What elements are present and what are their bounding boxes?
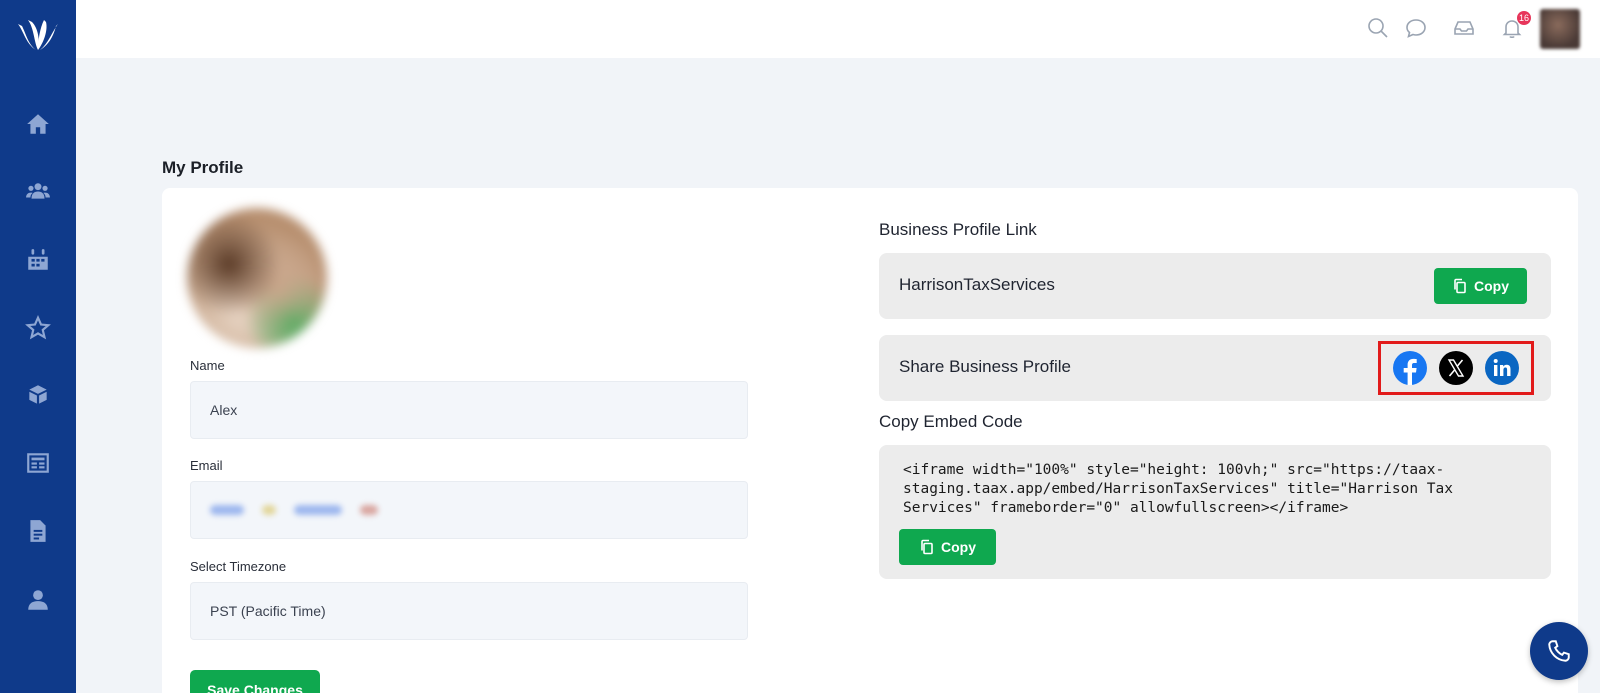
- inbox-button[interactable]: [1452, 16, 1478, 42]
- sidebar-item-packages[interactable]: [19, 376, 57, 414]
- facebook-icon: [1393, 351, 1427, 385]
- search-button[interactable]: [1366, 16, 1392, 42]
- linkedin-icon: [1485, 351, 1519, 385]
- copy-embed-button[interactable]: Copy: [899, 529, 996, 565]
- calendar-icon: [28, 249, 48, 270]
- sidebar-item-calendar[interactable]: [19, 241, 57, 279]
- copy-embed-label: Copy: [941, 539, 976, 555]
- share-facebook-button[interactable]: [1393, 351, 1427, 385]
- user-icon: [28, 590, 48, 610]
- name-value: Alex: [210, 402, 238, 418]
- chat-icon: [1406, 19, 1426, 38]
- document-icon: [30, 520, 46, 542]
- phone-icon: [1548, 640, 1570, 662]
- inbox-icon: [1454, 21, 1474, 35]
- share-linkedin-button[interactable]: [1485, 351, 1519, 385]
- share-panel: Share Business Profile: [879, 335, 1551, 401]
- copy-link-button[interactable]: Copy: [1434, 268, 1527, 304]
- business-link-panel: HarrisonTaxServices Copy: [879, 253, 1551, 319]
- call-button[interactable]: [1530, 622, 1588, 680]
- cube-icon: [29, 385, 47, 404]
- email-field[interactable]: [190, 481, 748, 539]
- star-icon: [25, 315, 51, 340]
- share-label: Share Business Profile: [899, 357, 1071, 376]
- notifications-button[interactable]: 16: [1500, 11, 1531, 42]
- newspaper-icon: [27, 453, 49, 473]
- copy-link-label: Copy: [1474, 278, 1509, 294]
- sidebar-item-news[interactable]: [19, 444, 57, 482]
- x-twitter-icon: [1439, 351, 1473, 385]
- page-title: My Profile: [162, 158, 244, 177]
- sidebar-item-home[interactable]: [19, 105, 57, 143]
- timezone-select[interactable]: PST (Pacific Time): [190, 582, 748, 640]
- sidebar: [0, 0, 76, 693]
- user-avatar[interactable]: [1540, 9, 1580, 49]
- notification-badge: 16: [1516, 11, 1531, 25]
- name-label: Name: [190, 358, 225, 373]
- copy-icon: [1454, 278, 1466, 294]
- embed-label: Copy Embed Code: [879, 412, 1023, 431]
- embed-panel: <iframe width="100%" style="height: 100v…: [879, 445, 1551, 579]
- search-icon: [1368, 18, 1388, 38]
- users-icon: [26, 183, 50, 199]
- app-logo[interactable]: [14, 14, 62, 54]
- copy-icon: [921, 539, 933, 555]
- messages-button[interactable]: [1404, 16, 1430, 42]
- share-buttons-highlight: [1378, 341, 1534, 395]
- email-value-blurred: [210, 505, 378, 515]
- email-label: Email: [190, 458, 223, 473]
- timezone-value: PST (Pacific Time): [210, 603, 326, 619]
- share-x-button[interactable]: [1439, 351, 1473, 385]
- sidebar-item-reviews[interactable]: [19, 309, 57, 347]
- home-icon: [27, 114, 49, 134]
- sidebar-item-clients[interactable]: [19, 172, 57, 210]
- profile-card: Name Alex Email Select Timezone PST (Pac…: [162, 188, 1578, 693]
- business-link-label: Business Profile Link: [879, 220, 1037, 239]
- sidebar-item-profile[interactable]: [19, 581, 57, 619]
- embed-code-text[interactable]: <iframe width="100%" style="height: 100v…: [903, 461, 1523, 518]
- sidebar-item-documents[interactable]: [19, 512, 57, 550]
- save-changes-button[interactable]: Save Changes: [190, 670, 320, 693]
- timezone-label: Select Timezone: [190, 559, 287, 574]
- profile-photo[interactable]: [187, 208, 327, 348]
- business-link-value: HarrisonTaxServices: [899, 275, 1055, 294]
- name-field[interactable]: Alex: [190, 381, 748, 439]
